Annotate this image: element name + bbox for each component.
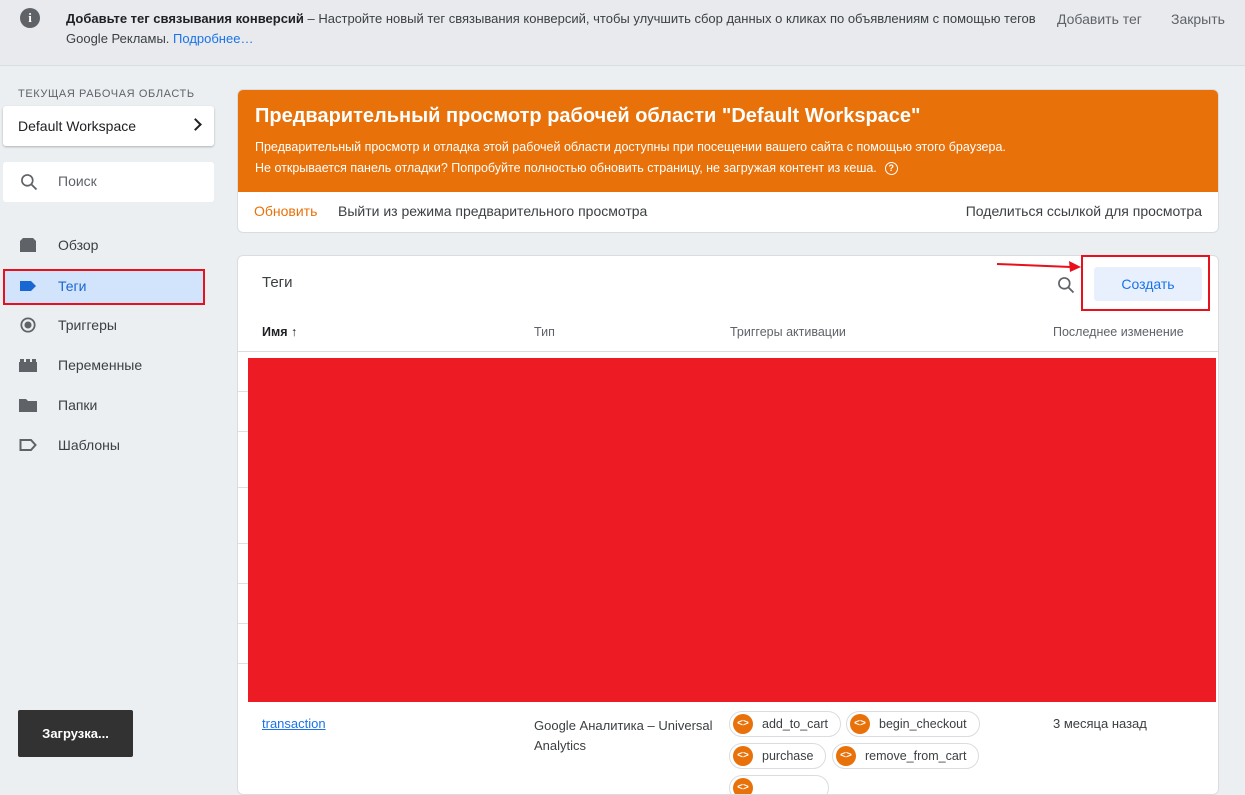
notice-title: Добавьте тег связывания конверсий [66, 11, 304, 26]
tag-type: Google Аналитика – Universal Analytics [534, 718, 713, 753]
preview-banner: Предварительный просмотр рабочей области… [238, 90, 1218, 192]
sidebar: ТЕКУЩАЯ РАБОЧАЯ ОБЛАСТЬ Default Workspac… [0, 66, 224, 779]
sidebar-item-label: Шаблоны [58, 437, 120, 453]
sort-arrow-up-icon: ↑ [291, 325, 298, 339]
close-notice-button[interactable]: Закрыть [1171, 9, 1225, 29]
workspace-label: ТЕКУЩАЯ РАБОЧАЯ ОБЛАСТЬ [18, 88, 195, 100]
folder-icon [19, 399, 37, 412]
tag-name-link[interactable]: transaction [262, 716, 326, 731]
preview-title: Предварительный просмотр рабочей области… [255, 105, 921, 127]
overview-icon [20, 238, 36, 252]
share-preview-button[interactable]: Поделиться ссылкой для просмотра [966, 203, 1202, 219]
conversion-linker-notice: i Добавьте тег связывания конверсий – На… [0, 0, 1245, 66]
workspace-selector[interactable]: Default Workspace [3, 106, 214, 146]
create-button-highlight [1081, 255, 1210, 311]
sidebar-item-label: Обзор [58, 237, 99, 253]
search-icon[interactable] [1056, 275, 1076, 295]
annotation-arrow-icon [996, 261, 1081, 272]
sidebar-item-overview[interactable]: Обзор [3, 228, 205, 262]
code-icon: <> [733, 714, 753, 734]
notice-message: Добавьте тег связывания конверсий – Наст… [66, 9, 1056, 49]
trigger-chip[interactable]: <> begin_checkout [846, 711, 980, 737]
column-header-triggers[interactable]: Триггеры активации [730, 325, 846, 339]
workspace-name: Default Workspace [18, 118, 137, 134]
trigger-chip[interactable]: <> remove_from_cart [832, 743, 980, 769]
row-divider [238, 623, 248, 624]
tags-card: Теги Создать Имя ↑ Тип Триггеры активаци… [237, 255, 1219, 795]
sidebar-item-triggers[interactable]: Триггеры [3, 308, 205, 342]
loading-toast: Загрузка... [18, 710, 133, 757]
search-placeholder: Поиск [58, 173, 97, 189]
trigger-chip[interactable]: <> [729, 775, 829, 794]
code-icon: <> [850, 714, 870, 734]
trigger-chip[interactable]: <> purchase [729, 743, 827, 769]
tag-icon [20, 281, 36, 291]
row-divider [238, 583, 248, 584]
exit-preview-button[interactable]: Выйти из режима предварительного просмот… [338, 203, 647, 219]
row-divider [238, 543, 248, 544]
trigger-chip-label: begin_checkout [879, 717, 967, 731]
column-header-label: Имя [262, 325, 288, 339]
help-icon[interactable]: ? [884, 162, 898, 176]
redacted-rows [248, 358, 1216, 702]
column-header-modified[interactable]: Последнее изменение [1053, 325, 1184, 339]
trigger-chip[interactable]: <> add_to_cart [729, 711, 842, 737]
column-header-type[interactable]: Тип [534, 325, 555, 339]
sidebar-item-label: Триггеры [58, 317, 117, 333]
preview-card: Предварительный просмотр рабочей области… [237, 89, 1219, 233]
preview-description: Предварительный просмотр и отладка этой … [255, 140, 1006, 154]
preview-hint: Не открывается панель отладки? Попробуйт… [255, 161, 898, 176]
sidebar-item-templates[interactable]: Шаблоны [3, 428, 205, 462]
row-divider [238, 663, 248, 664]
sidebar-item-tags[interactable]: Теги [3, 269, 205, 305]
sidebar-item-variables[interactable]: Переменные [3, 348, 205, 382]
template-icon [19, 439, 37, 451]
code-icon: <> [836, 746, 856, 766]
column-header-name[interactable]: Имя ↑ [262, 325, 297, 339]
trigger-icon [20, 317, 36, 333]
variables-icon [19, 359, 37, 372]
sidebar-search[interactable]: Поиск [3, 162, 214, 202]
preview-hint-text: Не открывается панель отладки? Попробуйт… [255, 161, 877, 175]
refresh-button[interactable]: Обновить [254, 203, 317, 219]
trigger-chip-label: remove_from_cart [865, 749, 967, 763]
search-icon [21, 174, 38, 191]
info-icon: i [20, 8, 40, 28]
row-divider [238, 487, 248, 488]
row-divider [238, 391, 248, 392]
sidebar-item-label: Теги [58, 278, 87, 294]
code-icon: <> [733, 778, 753, 794]
trigger-chip-label: add_to_cart [762, 717, 829, 731]
notice-more-link[interactable]: Подробнее… [173, 31, 253, 46]
trigger-chip-label: purchase [762, 749, 814, 763]
row-divider [238, 431, 248, 432]
sidebar-item-label: Переменные [58, 357, 143, 373]
tag-modified: 3 месяца назад [1053, 716, 1147, 731]
add-tag-button[interactable]: Добавить тег [1057, 9, 1142, 29]
code-icon: <> [733, 746, 753, 766]
sidebar-item-label: Папки [58, 397, 98, 413]
tags-title: Теги [262, 274, 293, 291]
sidebar-item-folders[interactable]: Папки [3, 388, 205, 422]
chevron-right-icon [189, 118, 202, 131]
table-header-divider [238, 351, 1218, 352]
